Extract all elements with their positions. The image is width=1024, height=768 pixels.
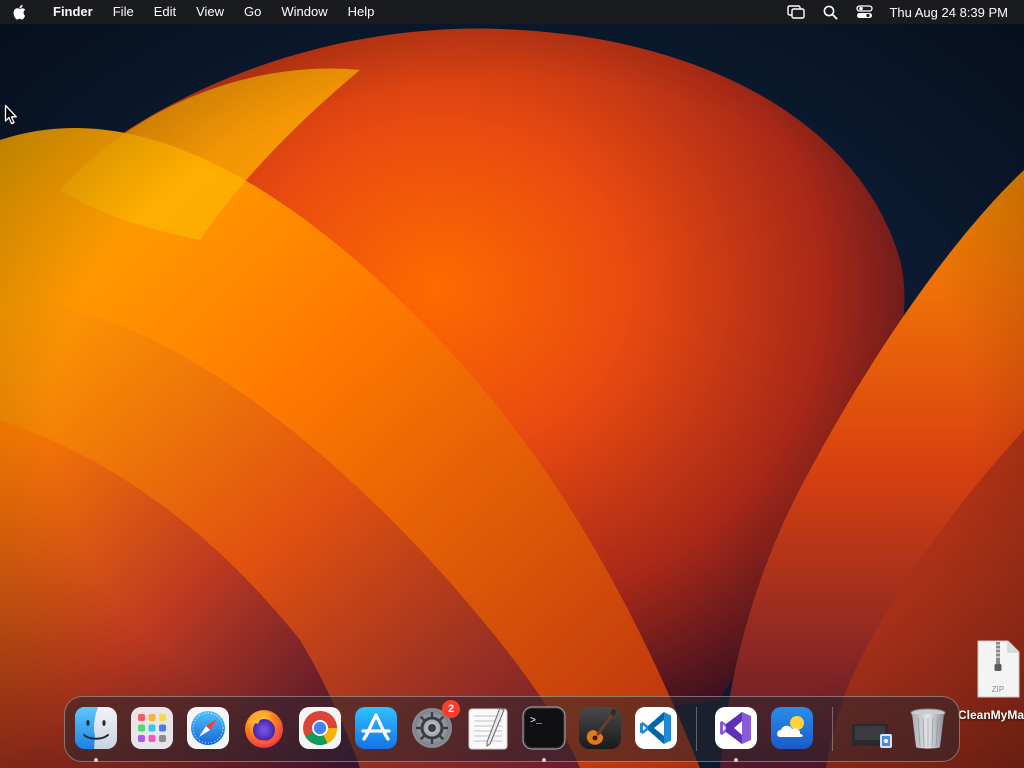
dock-item-launchpad[interactable] (130, 706, 174, 750)
dock-item-downloads[interactable] (850, 706, 894, 750)
vscode-icon (635, 707, 677, 749)
dock-item-vscode[interactable] (634, 706, 678, 750)
menu-view[interactable]: View (186, 0, 234, 24)
garageband-guitar-icon (579, 707, 621, 749)
terminal-prompt-glyph: >_ (530, 716, 543, 727)
desktop[interactable]: Finder File Edit View Go Window Help Thu… (0, 0, 1024, 768)
menu-app-finder[interactable]: Finder (38, 0, 103, 24)
screen-mirroring-icon[interactable] (779, 0, 813, 24)
spotlight-search-icon[interactable] (813, 0, 847, 24)
running-indicator-terminal (542, 758, 546, 762)
menu-window[interactable]: Window (271, 0, 337, 24)
launchpad-icon (131, 707, 173, 749)
dock-item-terminal[interactable]: >_ (522, 706, 566, 750)
zip-archive-icon: ZIP (977, 640, 1020, 698)
desktop-file-label: CleanMyMac X.zip (958, 708, 1024, 722)
control-center-icon[interactable] (847, 0, 881, 24)
dock-item-app-store[interactable] (354, 706, 398, 750)
textedit-icon (468, 707, 508, 750)
dock-item-visual-studio[interactable] (714, 706, 758, 750)
notification-badge: 2 (442, 700, 460, 718)
dock-item-system-settings[interactable]: 2 (410, 700, 460, 750)
chrome-icon (299, 707, 341, 749)
menu-bar: Finder File Edit View Go Window Help Thu… (0, 0, 1024, 24)
safari-icon (187, 707, 229, 749)
dock-item-garageband[interactable] (578, 706, 622, 750)
running-indicator-visual-studio (734, 758, 738, 762)
dock: 2 >_ (64, 696, 960, 762)
zip-type-label: ZIP (992, 685, 1004, 694)
firefox-icon (245, 710, 283, 748)
desktop-file-zip[interactable]: ZIP CleanMyMac X.zip (958, 640, 1024, 730)
weather-icon (771, 707, 813, 749)
dock-item-weather[interactable] (770, 706, 814, 750)
dock-item-firefox[interactable] (242, 706, 286, 750)
running-indicator-finder (94, 758, 98, 762)
terminal-icon: >_ (522, 706, 566, 750)
dock-separator (832, 707, 833, 751)
menu-go[interactable]: Go (234, 0, 271, 24)
apple-menu-icon[interactable] (0, 0, 38, 24)
menu-help[interactable]: Help (338, 0, 385, 24)
visual-studio-icon (715, 707, 757, 749)
trash-icon (910, 708, 946, 749)
app-store-icon (355, 707, 397, 749)
downloads-stack-icon (852, 724, 892, 748)
menu-file[interactable]: File (103, 0, 144, 24)
mouse-cursor-icon (4, 104, 17, 125)
menu-edit[interactable]: Edit (144, 0, 186, 24)
dock-item-safari[interactable] (186, 706, 230, 750)
dock-item-chrome[interactable] (298, 706, 342, 750)
wallpaper (0, 0, 1024, 768)
dock-item-textedit[interactable] (466, 706, 510, 750)
menu-bar-clock[interactable]: Thu Aug 24 8:39 PM (881, 5, 1008, 20)
dock-item-trash[interactable] (906, 706, 950, 750)
dock-item-finder[interactable] (74, 706, 118, 750)
finder-icon (75, 707, 117, 749)
dock-separator (696, 707, 697, 751)
